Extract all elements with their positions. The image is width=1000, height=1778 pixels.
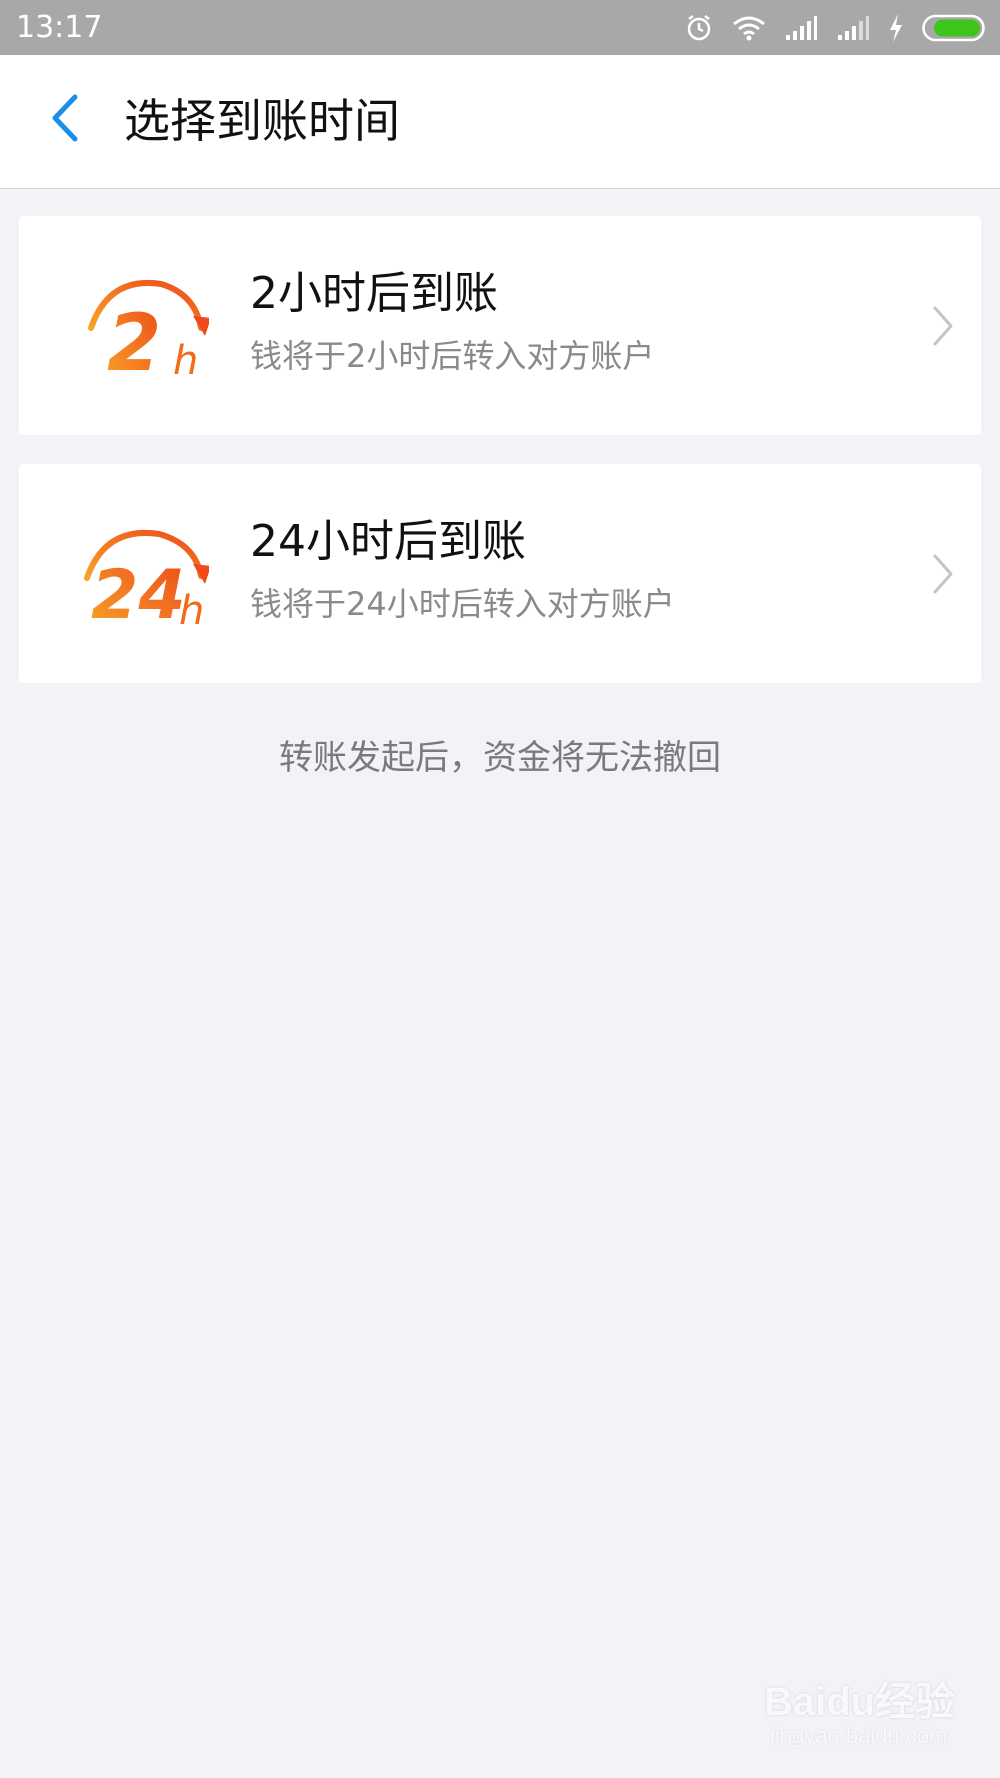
watermark-url: jingyan.baidu.com [770,1723,948,1748]
option-24-hours[interactable]: 24 h 24小时后到账 钱将于24小时后转入对方账户 [19,464,981,683]
badge-unit: h [179,588,204,634]
wifi-icon [732,15,766,41]
watermark-brand: Baidu经验 [764,1680,956,1724]
option-description: 钱将于2小时后转入对方账户 [250,337,655,375]
alarm-icon [684,13,714,43]
battery-icon [922,14,988,42]
signal-icon [836,15,870,41]
signal-icon [784,15,818,41]
charging-icon [888,14,904,42]
status-bar: 13:17 [0,0,1000,55]
baidu-watermark-logo: Baidu经验 jingyan.baidu.com [764,1665,974,1755]
chevron-right-icon [931,304,955,348]
chevron-right-icon [931,552,955,596]
option-title: 2小时后到账 [250,268,498,319]
2h-badge-icon: 2 h [69,266,211,389]
status-time: 13:17 [16,10,103,45]
badge-unit: h [173,338,198,384]
page-title: 选择到账时间 [124,94,400,148]
nav-bar: 选择到账时间 [0,55,1000,189]
option-title: 24小时后到账 [250,516,526,567]
status-icons [684,10,988,46]
option-description: 钱将于24小时后转入对方账户 [250,585,675,623]
option-2-hours[interactable]: 2 h 2小时后到账 钱将于2小时后转入对方账户 [19,216,981,435]
screen: 13:17 选择到账时间 2 h 2小时后到账 钱将于2小时后转入对方账户 24… [0,0,1000,1778]
back-button[interactable] [30,85,100,155]
chevron-left-icon [48,93,82,147]
24h-badge-icon: 24 h [69,514,211,635]
badge-number: 2 [107,299,161,386]
badge-number: 24 [91,556,186,634]
footer-note: 转账发起后，资金将无法撤回 [279,738,721,778]
